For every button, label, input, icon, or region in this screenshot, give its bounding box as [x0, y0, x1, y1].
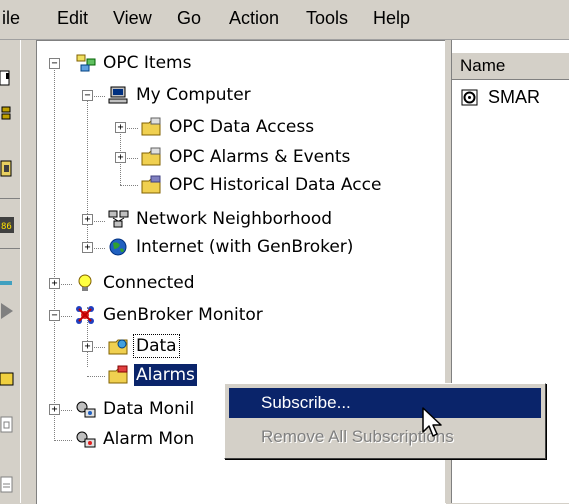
- folder-icon: [141, 117, 161, 136]
- lightbulb-icon: [78, 274, 92, 291]
- expand-icon[interactable]: +: [49, 404, 60, 415]
- tree-label: OPC Alarms & Events: [169, 147, 351, 167]
- folder-icon: [141, 175, 161, 194]
- menu-view[interactable]: View: [113, 8, 152, 29]
- expand-icon[interactable]: +: [49, 278, 60, 289]
- genbroker-icon: [76, 306, 94, 324]
- list-item[interactable]: SMAR: [458, 86, 569, 112]
- alarm-monitor-icon: [76, 431, 96, 448]
- alarm-folder-icon: [108, 365, 128, 384]
- menu-tools[interactable]: Tools: [306, 8, 348, 29]
- tree-label: GenBroker Monitor: [103, 305, 263, 325]
- menu-edit[interactable]: Edit: [57, 8, 88, 29]
- mouse-cursor-icon: [422, 407, 442, 437]
- toolbar-page-icon[interactable]: [0, 476, 16, 494]
- menu-file[interactable]: ile: [2, 8, 20, 29]
- svg-text:86: 86: [1, 222, 12, 232]
- menu-item-label: Subscribe...: [261, 393, 351, 412]
- context-menu: Subscribe... Remove All Subscriptions: [224, 383, 546, 459]
- network-icon: [108, 210, 129, 228]
- list-item-label: SMAR: [488, 87, 541, 107]
- toolbar-line-icon[interactable]: [0, 274, 16, 292]
- data-folder-icon: [108, 339, 128, 355]
- tree-label: Data Monil: [103, 399, 195, 419]
- collapse-icon[interactable]: −: [49, 310, 60, 321]
- tree-label: Internet (with GenBroker): [136, 237, 354, 257]
- globe-icon: [109, 238, 127, 256]
- toolbar-properties-icon[interactable]: [0, 160, 16, 178]
- column-header-name[interactable]: Name: [452, 52, 569, 80]
- expand-icon[interactable]: +: [82, 341, 93, 352]
- menu-action[interactable]: Action: [229, 8, 279, 29]
- menu-item-subscribe[interactable]: Subscribe...: [229, 388, 541, 418]
- folder-icon: [141, 147, 161, 166]
- expand-icon[interactable]: +: [82, 242, 93, 253]
- expand-icon[interactable]: +: [115, 152, 126, 163]
- tree-label: Network Neighborhood: [136, 209, 333, 229]
- toolbar-play-icon[interactable]: [0, 302, 16, 320]
- toolbar-folder-icon[interactable]: [0, 370, 16, 388]
- toolbar-separator: [0, 198, 20, 199]
- toolbar-number-icon[interactable]: 86: [0, 216, 16, 234]
- menu-help[interactable]: Help: [373, 8, 410, 29]
- tree-label: OPC Data Access: [169, 117, 315, 137]
- toolbar-tool-icon[interactable]: [0, 70, 16, 88]
- server-icon: [461, 89, 478, 106]
- tree-label: My Computer: [136, 85, 251, 105]
- tree-label: Data: [133, 334, 180, 358]
- tree-label: Alarm Mon: [103, 429, 195, 449]
- tree-label: OPC Items: [103, 53, 192, 73]
- data-monitor-icon: [76, 401, 96, 418]
- collapse-icon[interactable]: −: [49, 58, 60, 69]
- collapse-icon[interactable]: −: [82, 90, 93, 101]
- expand-icon[interactable]: +: [115, 122, 126, 133]
- toolbar-separator: [0, 248, 20, 249]
- left-toolbar: 86: [0, 40, 21, 503]
- menu-bar: ile Edit View Go Action Tools Help: [0, 0, 569, 40]
- computer-icon: [108, 86, 128, 104]
- column-header-label: Name: [460, 56, 506, 75]
- toolbar-document-icon[interactable]: [0, 416, 16, 434]
- expand-icon[interactable]: +: [82, 214, 93, 225]
- menu-item-remove-all-subscriptions[interactable]: Remove All Subscriptions: [229, 422, 541, 452]
- opc-items-icon: [76, 54, 96, 72]
- tree-label: OPC Historical Data Acce: [169, 175, 382, 195]
- tree-label-selected: Alarms: [134, 364, 197, 386]
- toolbar-refresh-icon[interactable]: [0, 104, 16, 122]
- tree-label: Connected: [103, 273, 195, 293]
- menu-go[interactable]: Go: [177, 8, 201, 29]
